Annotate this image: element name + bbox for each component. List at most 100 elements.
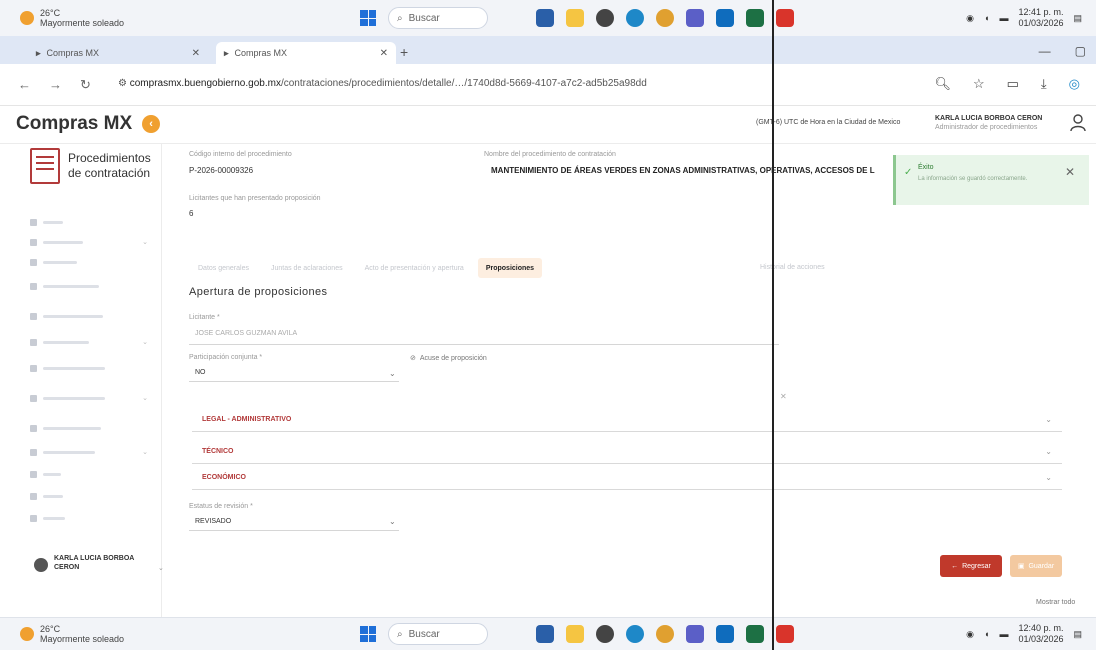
collapse-menu-icon[interactable]: ‹ [142,115,161,133]
panel-legal-administrativo[interactable]: LEGAL - ADMINISTRATIVO ⌄ [192,408,1062,432]
new-tab-button[interactable]: + [400,44,408,60]
extensions-icon[interactable]: ▭ [1007,76,1019,92]
tab-favicon-icon: ▸ [224,47,229,58]
profile-icon[interactable]: ◎ [1069,76,1080,92]
sidebar-user[interactable]: KARLA LUCIA BORBOA CERON ⌄ [34,554,164,572]
sidebar-item[interactable]: ⌄ [30,446,148,458]
zoom-icon[interactable]: 🔍︎ [934,76,951,92]
battery-icon[interactable]: ▬ [999,629,1008,639]
tab-datos-generales[interactable]: Datos generales [190,258,257,278]
wifi-icon[interactable]: ◉ [966,629,974,640]
outlook-icon[interactable] [716,9,734,27]
menu-icon [30,424,37,432]
tab-proposiciones[interactable]: Proposiciones [477,258,543,278]
app-icon[interactable] [596,625,614,643]
close-tab-icon[interactable]: ✕ [380,48,388,59]
excel-icon[interactable] [746,625,764,643]
chevron-down-icon[interactable]: ⌄ [389,517,396,526]
tab-acto-apertura[interactable]: Acto de presentación y apertura [357,258,472,278]
avatar [34,558,48,572]
chevron-down-icon: ⌄ [158,565,164,572]
tab-favicon-icon: ▸ [36,47,41,58]
weather-widget[interactable]: 26°C Mayormente soleado [20,624,124,644]
minimize-icon[interactable]: — [1039,44,1051,58]
volume-icon[interactable]: ◖ [984,629,989,639]
file-explorer-icon[interactable] [566,625,584,643]
site-info-icon[interactable]: ⚙ [118,78,130,89]
historial-link[interactable]: Historial de acciones [760,264,825,271]
sidebar-item[interactable] [30,422,148,434]
back-icon[interactable]: ← [18,77,31,93]
taskview-icon[interactable] [536,625,554,643]
arrow-left-icon: ← [951,562,959,570]
windows-start-icon[interactable] [360,10,376,26]
excel-icon[interactable] [746,9,764,27]
app-icon[interactable] [596,9,614,27]
regresar-button[interactable]: ← Regresar [940,555,1002,577]
notifications-icon[interactable]: ▤ [1073,629,1082,640]
file-explorer-icon[interactable] [566,9,584,27]
teams-icon[interactable] [686,9,704,27]
acrobat-icon[interactable] [776,9,794,27]
close-tab-icon[interactable]: ✕ [192,48,200,59]
wifi-icon[interactable]: ◉ [966,13,974,24]
panel-economico[interactable]: ECONÓMICO ⌄ [192,466,1062,490]
acuse-button[interactable]: ⊘ Acuse de proposición [410,354,487,363]
address-bar: ← → ↻ ⚙ comprasmx.buengobierno.gob.mx/co… [0,64,1096,106]
maximize-icon[interactable]: ▢ [1075,44,1086,58]
browser-tab-active[interactable]: ▸ Compras MX ✕ [216,42,396,64]
licitante-field[interactable]: JOSE CARLOS GUZMAN AVILA [195,330,297,337]
guardar-button[interactable]: ▣ Guardar [1010,555,1062,577]
chevron-down-icon[interactable]: ⌄ [389,369,396,378]
sidebar-item[interactable]: ⌄ [30,336,148,348]
sidebar-item[interactable] [30,310,148,322]
show-all-link[interactable]: Mostrar todo [1036,599,1075,606]
outlook-icon[interactable] [716,625,734,643]
close-icon[interactable]: ✕ [1065,165,1075,179]
sidebar-item[interactable]: ⌄ [30,236,148,248]
tab-juntas[interactable]: Juntas de aclaraciones [263,258,351,278]
notifications-icon[interactable]: ▤ [1073,13,1082,24]
weather-widget[interactable]: 26°C Mayormente soleado [20,8,124,28]
document-icon [30,148,60,184]
acrobat-icon[interactable] [776,625,794,643]
reload-icon[interactable]: ↻ [80,77,91,93]
panel-tecnico[interactable]: TÉCNICO ⌄ [192,440,1062,464]
clock[interactable]: 12:40 p. m. 01/03/2026 [1018,623,1063,645]
menu-icon [30,312,37,320]
sidebar-item[interactable] [30,216,148,228]
sidebar-item[interactable] [30,256,148,268]
sidebar-item[interactable] [30,468,148,480]
chevron-down-icon: ⌄ [142,339,148,346]
edge-icon[interactable] [626,9,644,27]
sidebar-item[interactable] [30,280,148,292]
menu-icon [30,470,37,478]
windows-start-icon[interactable] [360,626,376,642]
estatus-select[interactable]: REVISADO [195,518,231,525]
taskbar-search[interactable]: ⌕ Buscar [388,623,488,645]
user-icon[interactable] [1070,114,1086,132]
brand-logo[interactable]: Compras MX ‹ [16,113,161,135]
chrome-icon[interactable] [656,9,674,27]
sidebar-item[interactable] [30,490,148,502]
teams-icon[interactable] [686,625,704,643]
browser-tab[interactable]: ▸ Compras MX ✕ [28,42,208,64]
taskbar-top: 26°C Mayormente soleado ⌕ Buscar ◉ ◖ ▬ 12… [0,0,1096,36]
url-field[interactable]: ⚙ comprasmx.buengobierno.gob.mx/contrata… [118,78,647,89]
forward-icon[interactable]: → [49,77,62,93]
volume-icon[interactable]: ◖ [984,13,989,23]
taskview-icon[interactable] [536,9,554,27]
chrome-icon[interactable] [656,625,674,643]
header-user[interactable]: KARLA LUCIA BORBOA CERON Administrador d… [935,114,1042,132]
clock[interactable]: 12:41 p. m. 01/03/2026 [1018,7,1063,29]
sidebar-item[interactable] [30,362,148,374]
sidebar-item[interactable]: ⌄ [30,392,148,404]
edge-icon[interactable] [626,625,644,643]
close-icon[interactable]: ✕ [780,392,787,401]
battery-icon[interactable]: ▬ [999,13,1008,23]
download-icon[interactable]: ⤓ [1041,76,1047,92]
taskbar-search[interactable]: ⌕ Buscar [388,7,488,29]
sidebar-item[interactable] [30,512,148,524]
participacion-select[interactable]: NO [195,369,206,376]
star-icon[interactable]: ☆ [973,76,985,92]
